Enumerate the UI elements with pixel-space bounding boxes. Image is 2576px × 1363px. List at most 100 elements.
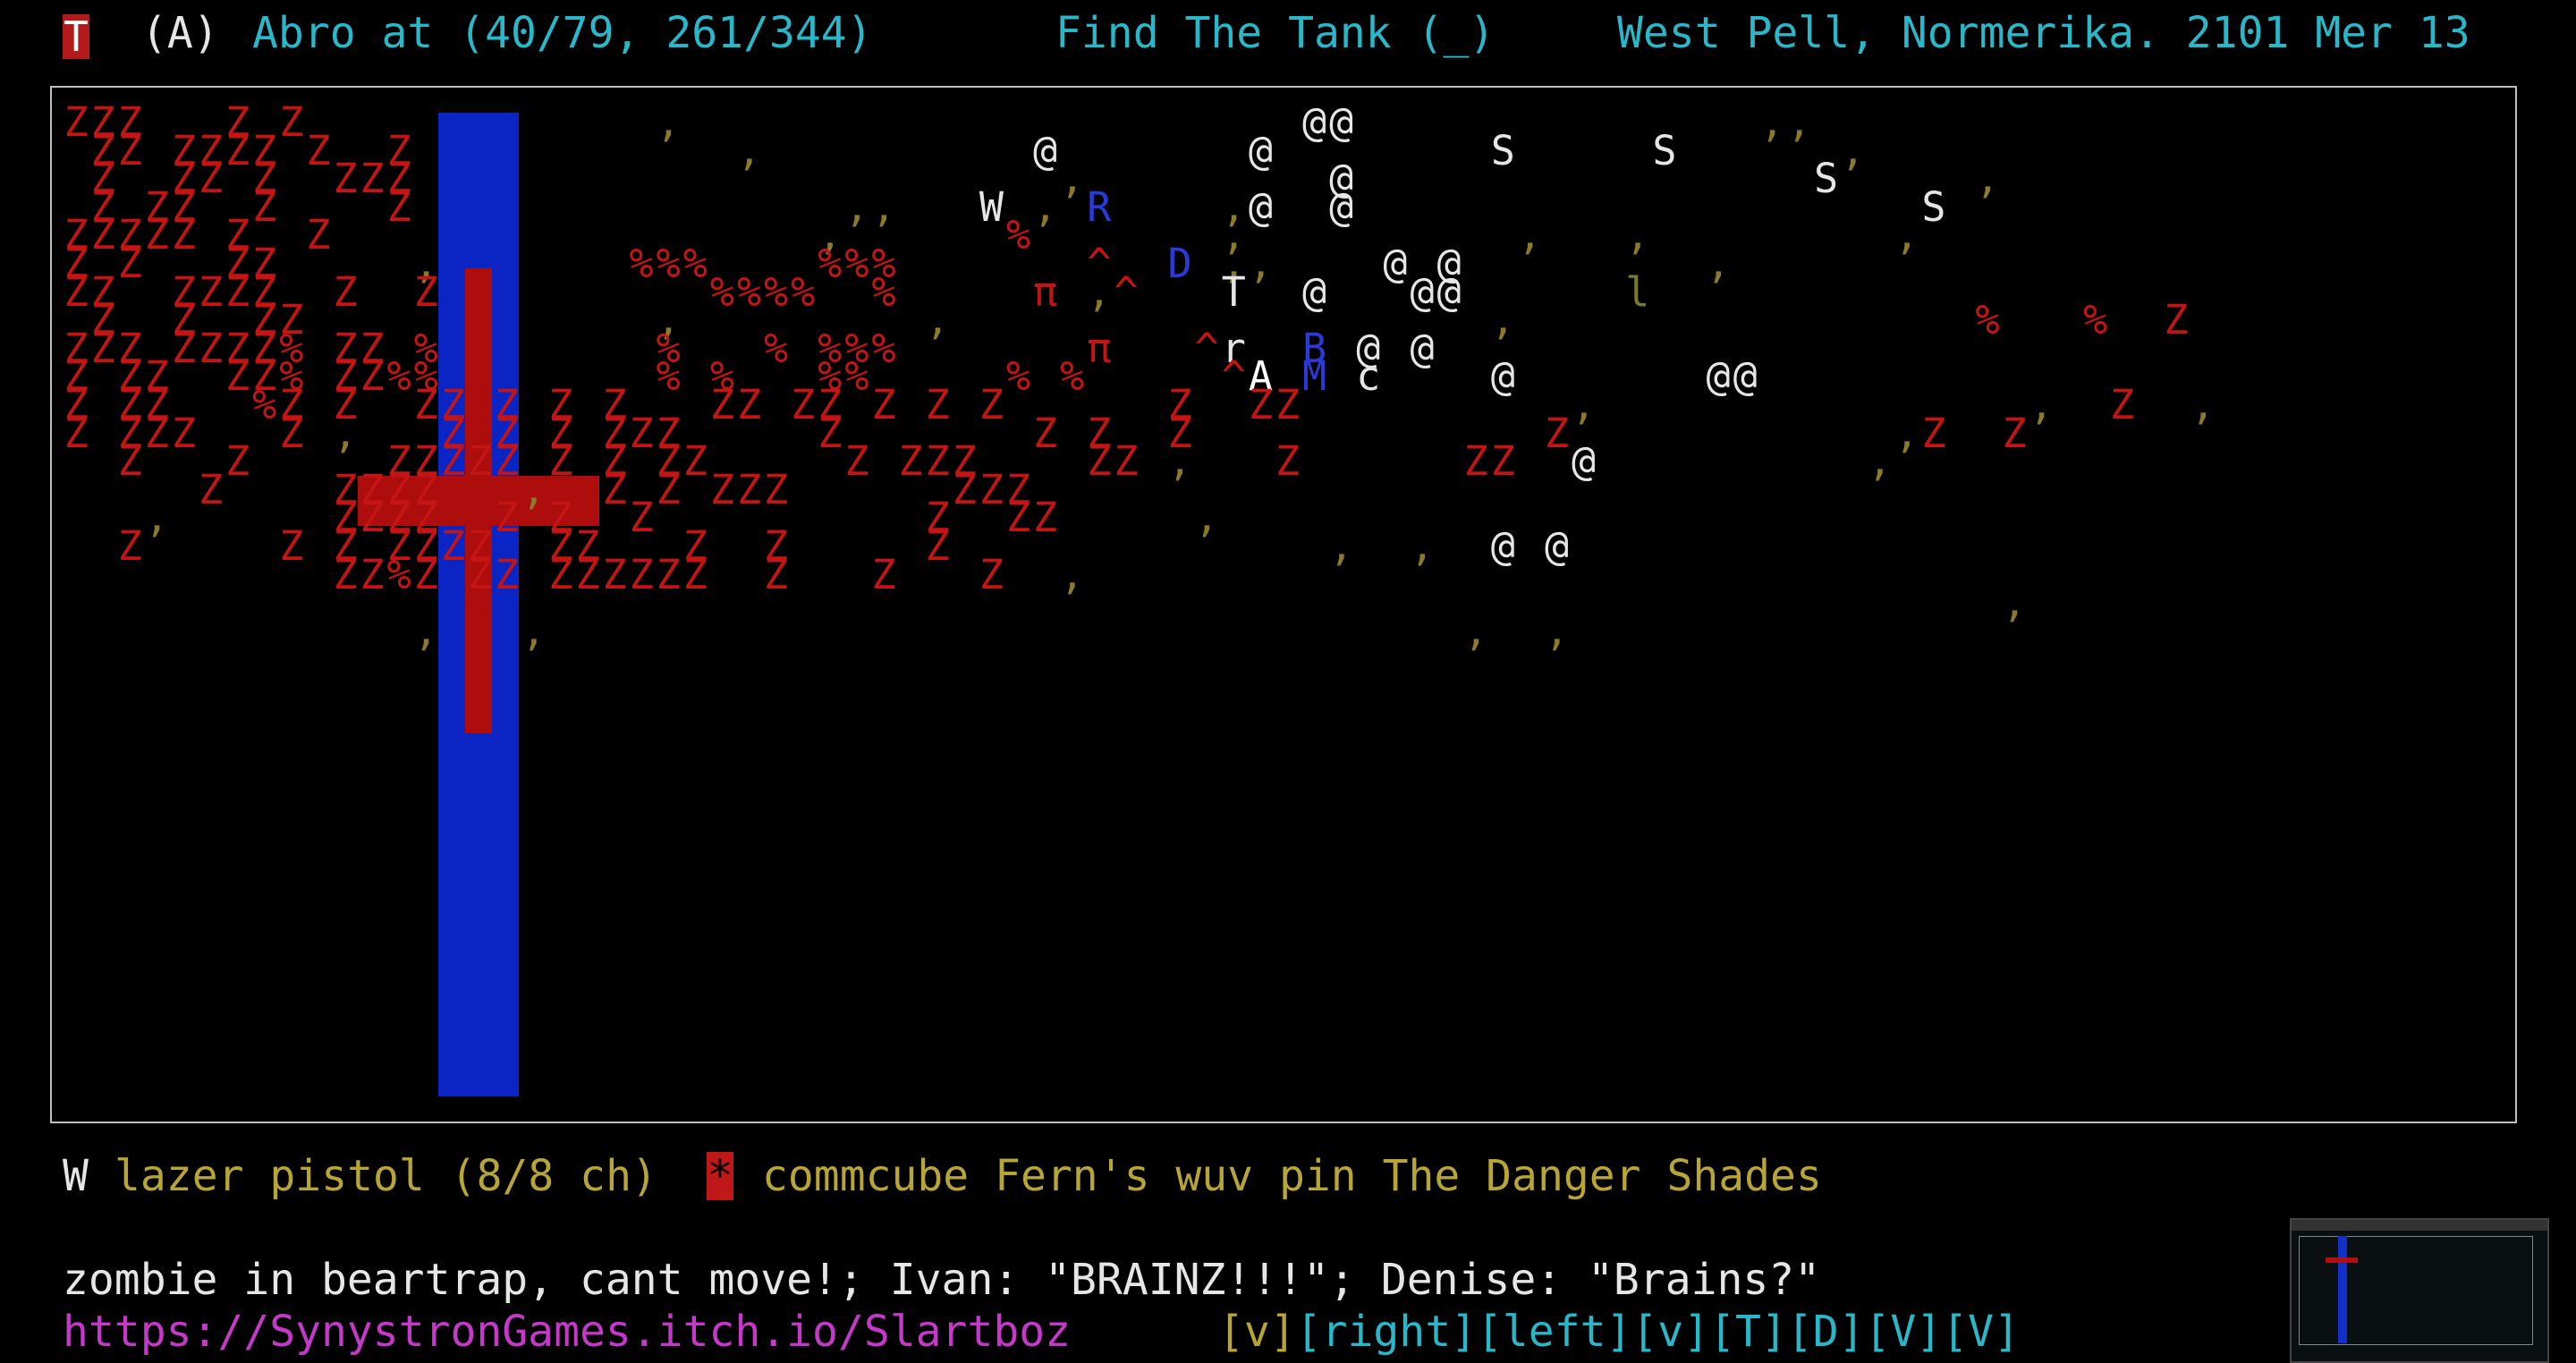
itch-url-link[interactable]: https://SynystronGames.itch.io/Slartboz [63,1306,1071,1358]
map-glyph: , [1517,211,1542,259]
map-glyph: , [1060,550,1085,598]
map-glyph: % [871,267,896,316]
map-glyph: % [764,324,789,372]
map-glyph: % [1975,296,2000,344]
map-glyph: Z [548,550,573,598]
map-glyph: Z [952,465,977,513]
map-glyph: Z [225,267,250,316]
inventory-slot-letter: W [63,1151,89,1201]
map-glyph: Z [2002,409,2027,457]
map-glyph: Z [1248,381,1273,428]
map-glyph: Z [2110,381,2135,428]
map-glyph: Z [360,550,385,598]
map-glyph: , [521,465,547,513]
map-glyph: Z [764,465,789,513]
map-glyph: , [1410,522,1435,570]
map-glyph: π [1033,267,1058,316]
map-glyph: Z [548,437,573,486]
map-glyph: @ [1248,182,1273,231]
map-glyph: Z [360,155,385,203]
map-glyph: Z [629,550,654,598]
map-glyph: Z [90,211,115,259]
key-history: [v][right][left][v][T][D][V][V] [1218,1306,2020,1358]
map-glyph: , [1329,522,1354,570]
map-glyph: , [144,494,169,542]
key-entry: [v] [1631,1307,1710,1357]
map-glyph: Z [117,522,142,570]
map-glyph: , [871,182,896,231]
map-glyph: , [736,126,762,174]
map-glyph: W [979,182,1004,231]
map-glyph: Z [413,381,438,428]
message-log: zombie in beartrap, cant move!; Ivan: "B… [63,1255,1821,1305]
map-glyph: % [844,352,869,401]
map-glyph: , [1706,240,1731,287]
map-glyph: R [1087,182,1112,231]
map-glyph: Z [979,465,1004,513]
map-glyph: Z [602,465,627,513]
map-glyph: @ [1248,126,1273,174]
key-entry: [left] [1477,1307,1632,1357]
map-glyph: % [2082,296,2108,344]
map-glyph: Z [306,126,331,174]
map-glyph: Z [90,324,115,372]
item-star-icon: * [707,1151,733,1201]
map-glyph: Z [898,437,923,486]
map-glyph: Z [225,352,250,401]
map-glyph: ^ [1194,324,1219,372]
map-glyph: % [682,240,708,287]
map-glyph: , [1087,267,1112,316]
map-glyph: , [844,182,869,231]
map-glyph: Z [818,409,843,457]
map-glyph: Z [495,494,520,542]
map-glyph: Z [871,550,896,598]
map-glyph: @ [1490,352,1515,401]
map-glyph: S [1921,182,1946,231]
map-glyph: , [925,296,950,344]
equipped-weapon[interactable]: lazer pistol (8/8 ch) [114,1150,657,1202]
map-glyph: % [791,267,816,316]
map-glyph: Z [979,550,1004,598]
map-glyph: Z [144,409,169,457]
map-glyph: Z [467,550,493,598]
map-glyph: , [1868,437,1893,486]
map-glyph: , [1194,494,1219,542]
map-glyph: Z [64,409,89,457]
map-glyph: Z [925,522,950,570]
map-glyph: Z [629,409,654,457]
map-glyph: , [1894,211,1919,259]
screenshot-thumbnail[interactable] [2290,1218,2549,1363]
map-glyph: Z [1275,381,1301,428]
map-glyph: Z [440,437,465,486]
map-glyph: Z [844,437,869,486]
map-glyph: @ [1033,126,1058,174]
map-glyph: % [1060,352,1085,401]
key-entry: [V] [1942,1307,2020,1357]
map-glyph: Z [736,381,762,428]
map-glyph: % [656,240,681,287]
map-glyph: Z [682,437,708,486]
map-glyph: , [333,409,358,457]
map-glyph: Z [1921,409,1946,457]
map-glyph: Z [333,155,358,203]
map-glyph: Z [117,240,142,287]
map-glyph: Z [198,155,224,203]
map-glyph: Z [791,381,816,428]
map-glyph: , [1060,155,1085,203]
key-entry: [right] [1295,1307,1477,1357]
player-location: Abro at (40/79, 261/344) [252,8,873,58]
map-glyph: π [1087,324,1112,372]
map-glyph: Z [979,381,1004,428]
thumbnail-blue-bar [2338,1236,2347,1343]
map-glyph: l [1625,267,1650,316]
map-glyph: S [1813,155,1839,203]
map-glyph: Z [925,381,950,428]
map-glyph: Z [171,211,196,259]
map-glyph: Z [252,182,277,231]
map-glyph: Z [871,381,896,428]
map-glyph: , [656,98,681,146]
map-glyph: Z [2164,296,2189,344]
map-glyph: , [1544,606,1570,655]
inventory-items[interactable]: commcube Fern's wuv pin The Danger Shade… [762,1150,1822,1202]
player-glyph-badge: T [63,13,89,61]
